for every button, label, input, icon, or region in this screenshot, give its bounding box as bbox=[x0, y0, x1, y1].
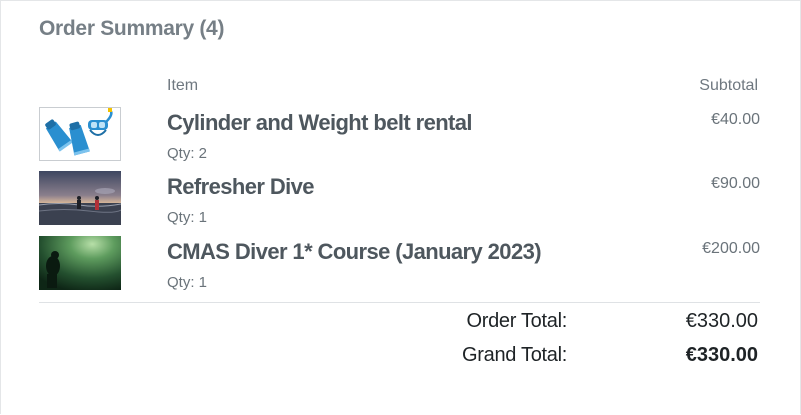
order-summary-title: Order Summary (4) bbox=[39, 17, 225, 40]
grand-total-value: €330.00 bbox=[685, 344, 758, 366]
order-item-row: CMAS Diver 1* Course (January 2023) Qty:… bbox=[1, 236, 801, 296]
grand-total-label: Grand Total: bbox=[462, 344, 567, 366]
item-subtotal: €90.00 bbox=[711, 175, 760, 192]
order-total-label: Order Total: bbox=[466, 310, 567, 332]
underwater-diver-photo[interactable] bbox=[39, 236, 121, 290]
item-qty: Qty: 1 bbox=[167, 274, 208, 291]
order-total-value: €330.00 bbox=[685, 310, 758, 332]
divers-at-sunset-photo[interactable] bbox=[39, 171, 121, 225]
totals-divider bbox=[39, 302, 760, 303]
subtotal-column-header: Subtotal bbox=[699, 77, 758, 94]
item-name[interactable]: Refresher Dive bbox=[167, 174, 315, 200]
item-name[interactable]: CMAS Diver 1* Course (January 2023) bbox=[167, 239, 542, 265]
fins-and-mask-icon[interactable] bbox=[39, 107, 121, 161]
order-item-row: Refresher Dive Qty: 1 €90.00 bbox=[1, 171, 801, 231]
item-qty: Qty: 1 bbox=[167, 209, 208, 226]
order-item-row: Cylinder and Weight belt rental Qty: 2 €… bbox=[1, 107, 801, 167]
item-qty: Qty: 2 bbox=[167, 145, 208, 162]
item-subtotal: €200.00 bbox=[702, 240, 760, 257]
item-name[interactable]: Cylinder and Weight belt rental bbox=[167, 110, 473, 136]
item-subtotal: €40.00 bbox=[711, 111, 760, 128]
order-summary-panel: Order Summary (4) Item Subtotal Cylinder… bbox=[0, 0, 801, 414]
item-column-header: Item bbox=[167, 77, 199, 94]
